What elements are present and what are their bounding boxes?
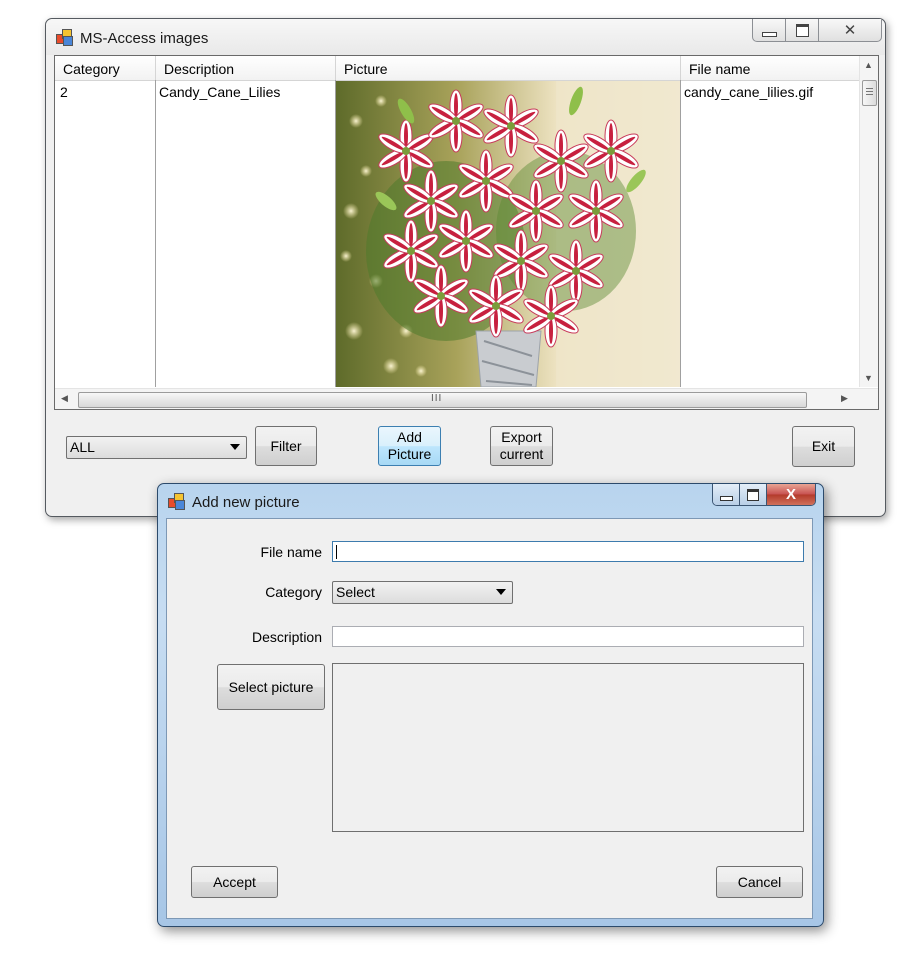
- minimize-icon: [761, 31, 777, 37]
- close-button[interactable]: ✕: [819, 19, 881, 41]
- add-new-picture-dialog: Add new picture X File name Category Sel…: [157, 483, 824, 927]
- maximize-button[interactable]: [786, 19, 819, 41]
- close-icon: ✕: [843, 22, 857, 39]
- scroll-right-icon[interactable]: ▶: [841, 393, 848, 404]
- vertical-scrollbar[interactable]: ▲ ▼: [859, 56, 878, 387]
- column-divider: [680, 80, 681, 387]
- category-combobox[interactable]: Select: [332, 581, 513, 604]
- horizontal-scrollbar[interactable]: ◀ III ▶: [55, 388, 878, 409]
- cancel-button[interactable]: Cancel: [716, 866, 803, 898]
- accept-button[interactable]: Accept: [191, 866, 278, 898]
- filter-combobox[interactable]: ALL: [66, 436, 247, 459]
- maximize-icon: [795, 23, 809, 37]
- add-picture-label-line2: Picture: [387, 446, 432, 462]
- maximize-icon: [747, 488, 759, 501]
- picture-preview-box: [332, 663, 804, 832]
- column-header-description[interactable]: Description: [156, 56, 336, 80]
- lily-bouquet-image: [336, 81, 680, 388]
- minimize-icon: [719, 496, 733, 501]
- dialog-maximize-button[interactable]: [740, 484, 767, 505]
- dialog-client-area: File name Category Select Description Se…: [166, 518, 813, 919]
- export-label-line1: Export: [501, 429, 542, 445]
- text-caret: [336, 545, 337, 559]
- column-header-file-name[interactable]: File name: [681, 56, 861, 80]
- export-current-button[interactable]: Export current: [490, 426, 553, 466]
- add-picture-label-line1: Add: [397, 429, 422, 445]
- scroll-down-icon[interactable]: ▼: [864, 373, 873, 383]
- app-icon: [56, 29, 73, 46]
- description-input[interactable]: [332, 626, 804, 647]
- add-picture-button[interactable]: Add Picture: [378, 426, 441, 466]
- chevron-down-icon: [230, 444, 240, 450]
- close-icon: X: [785, 486, 796, 503]
- horizontal-scroll-thumb[interactable]: III: [78, 392, 807, 408]
- main-window: MS-Access images ✕ Category Description …: [45, 18, 886, 517]
- dialog-minimize-button[interactable]: [713, 484, 740, 505]
- cell-picture: [336, 81, 680, 388]
- grid-header: Category Description Picture File name: [55, 56, 860, 81]
- dialog-caption-buttons: X: [712, 484, 816, 506]
- scroll-grip: III: [431, 393, 443, 404]
- scroll-up-icon[interactable]: ▲: [864, 60, 873, 70]
- file-name-input[interactable]: [332, 541, 804, 562]
- column-header-picture[interactable]: Picture: [336, 56, 681, 80]
- file-name-label: File name: [260, 544, 322, 560]
- column-divider: [155, 80, 156, 387]
- cell-file-name: candy_cane_lilies.gif: [684, 84, 814, 100]
- main-caption-buttons: ✕: [752, 19, 882, 42]
- description-label: Description: [251, 629, 322, 645]
- minimize-button[interactable]: [753, 19, 786, 41]
- cell-category: 2: [60, 84, 68, 100]
- cell-description: Candy_Cane_Lilies: [159, 84, 281, 100]
- select-picture-button[interactable]: Select picture: [217, 664, 325, 710]
- export-label-line2: current: [499, 446, 544, 462]
- dialog-title-bar[interactable]: Add new picture X: [158, 484, 823, 518]
- scroll-left-icon[interactable]: ◀: [61, 393, 68, 404]
- dialog-title: Add new picture: [192, 494, 300, 511]
- category-combobox-value: Select: [336, 584, 375, 600]
- dialog-app-icon: [168, 493, 185, 510]
- dialog-close-button[interactable]: X: [767, 484, 815, 505]
- main-window-title: MS-Access images: [80, 30, 209, 47]
- main-title-bar[interactable]: MS-Access images ✕: [46, 19, 885, 55]
- chevron-down-icon: [496, 589, 506, 595]
- category-label: Category: [265, 584, 322, 600]
- filter-button[interactable]: Filter: [255, 426, 317, 466]
- images-data-grid[interactable]: Category Description Picture File name 2…: [54, 55, 879, 410]
- filter-combobox-value: ALL: [70, 439, 95, 455]
- vertical-scroll-thumb[interactable]: [862, 80, 877, 106]
- exit-button[interactable]: Exit: [792, 426, 855, 467]
- column-header-category[interactable]: Category: [55, 56, 156, 80]
